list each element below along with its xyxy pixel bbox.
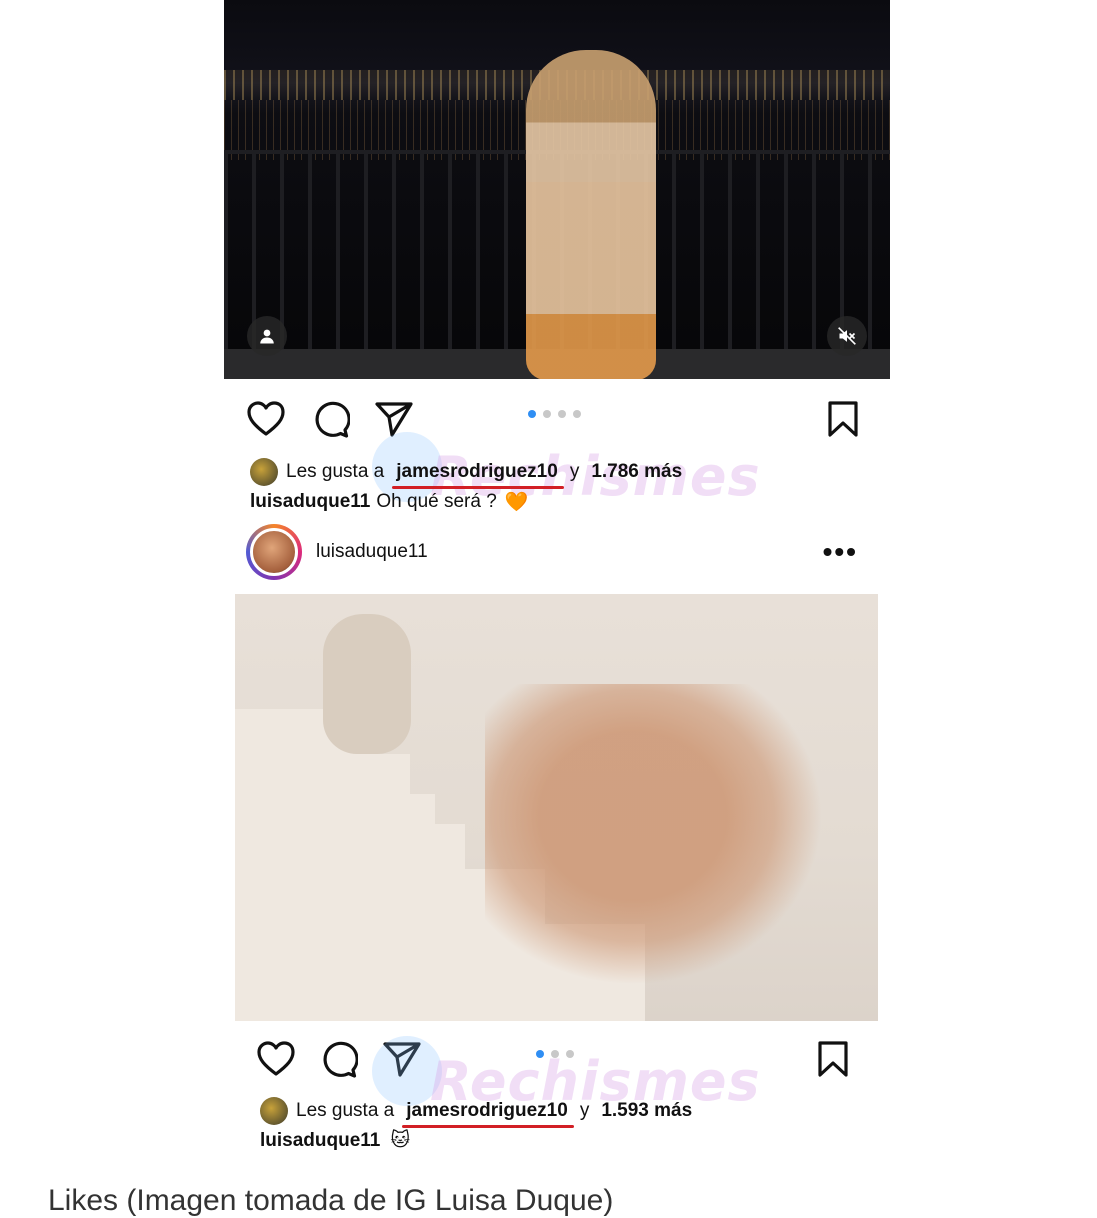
caption-username-link[interactable]: luisaduque11: [260, 1130, 380, 1152]
likes-count-link[interactable]: 1.786 más: [591, 461, 682, 483]
likes-count-link[interactable]: 1.593 más: [601, 1100, 692, 1122]
post2-likes: Les gusta a jamesrodriguez10 y 1.593 más: [260, 1097, 692, 1128]
likes-connector: y: [569, 461, 580, 482]
post1-caption: luisaduque11 Oh qué será ? 🧡: [250, 490, 528, 514]
heart-icon[interactable]: [246, 400, 286, 438]
user-tag-icon[interactable]: [247, 316, 287, 356]
bookmark-icon[interactable]: [816, 1040, 850, 1078]
liker-username-link[interactable]: jamesrodriguez10: [392, 461, 564, 489]
person-figure: [485, 684, 855, 1014]
more-options-icon[interactable]: •••: [823, 538, 858, 566]
comment-icon[interactable]: [312, 400, 350, 438]
muted-speaker-icon[interactable]: [827, 316, 867, 356]
likes-connector: y: [579, 1100, 590, 1121]
post2-photo[interactable]: [235, 594, 878, 1021]
caption-username-link[interactable]: luisaduque11: [250, 491, 370, 513]
liker-username-link[interactable]: jamesrodriguez10: [402, 1100, 574, 1128]
bookmark-icon[interactable]: [826, 400, 860, 438]
liker-avatar[interactable]: [250, 458, 278, 486]
profile-avatar[interactable]: [246, 524, 302, 580]
likes-prefix: Les gusta a: [286, 461, 385, 482]
likes-prefix: Les gusta a: [296, 1100, 395, 1121]
caption-text: Oh qué será ?: [376, 491, 497, 512]
post2-header: luisaduque11 •••: [246, 522, 866, 582]
post1-action-bar: [246, 400, 866, 440]
carousel-dot: [558, 410, 566, 418]
comment-icon[interactable]: [320, 1040, 358, 1078]
carousel-dot: [528, 410, 536, 418]
liker-avatar[interactable]: [260, 1097, 288, 1125]
post1-likes: Les gusta a jamesrodriguez10 y 1.786 más: [250, 458, 682, 489]
clay-vase: [323, 614, 411, 754]
cat-emoji: 🐱: [390, 1130, 411, 1151]
article-image-caption: Likes (Imagen tomada de IG Luisa Duque): [48, 1184, 614, 1217]
post2-caption: luisaduque11 🐱: [260, 1129, 410, 1152]
post-username-link[interactable]: luisaduque11: [316, 541, 428, 563]
person-figure: [526, 50, 656, 379]
carousel-dot: [543, 410, 551, 418]
orange-heart-emoji: 🧡: [504, 492, 529, 513]
post1-photo[interactable]: [224, 0, 890, 379]
carousel-dot: [573, 410, 581, 418]
heart-icon[interactable]: [256, 1040, 296, 1078]
carousel-indicator: [528, 410, 581, 418]
